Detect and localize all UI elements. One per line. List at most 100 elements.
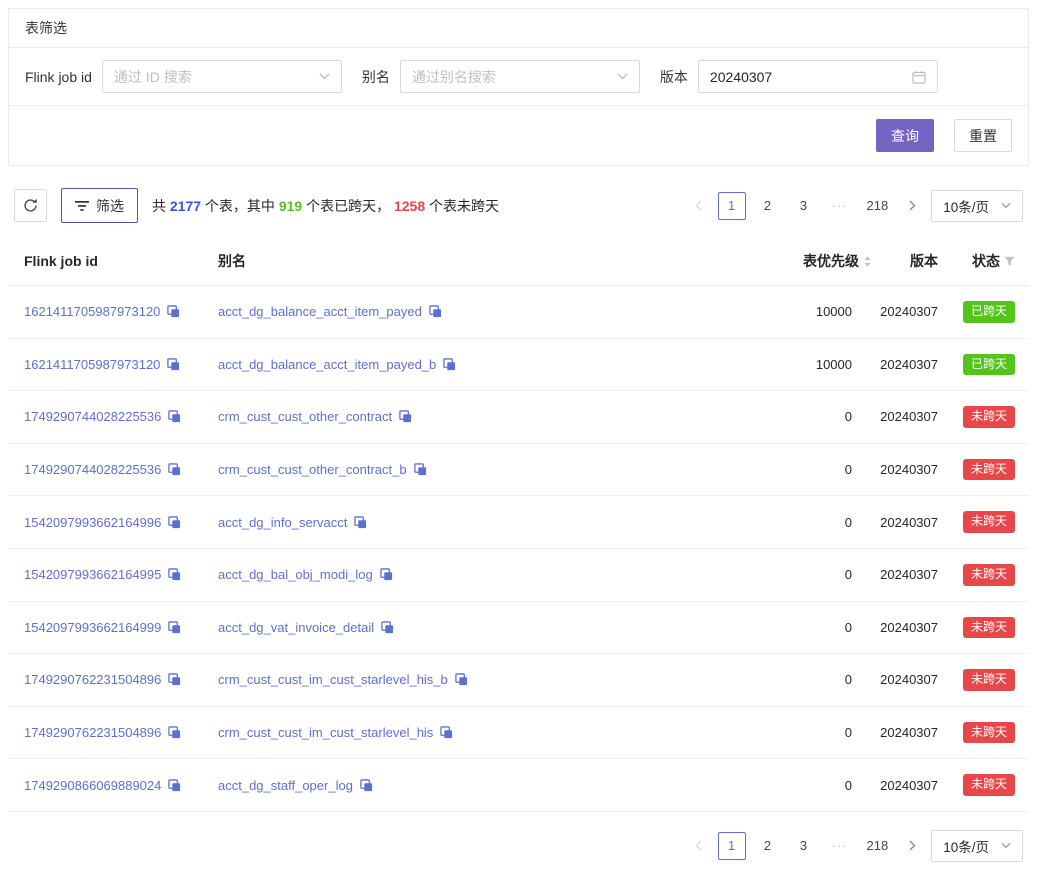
filter-lines-icon — [75, 200, 89, 212]
page: 表筛选 Flink job id 通过 ID 搜索 别名 通过别名搜索 — [0, 0, 1037, 882]
row-alias-link[interactable]: acct_dg_vat_invoice_detail — [218, 620, 374, 635]
copy-alias-button[interactable] — [380, 568, 393, 581]
toolbar: 筛选 共 2177 个表，其中 919 个表已跨天， 1258 个表未跨天 12… — [8, 188, 1029, 223]
row-alias-link[interactable]: acct_dg_balance_acct_item_payed — [218, 304, 422, 319]
sort-icon[interactable] — [863, 255, 872, 268]
flink-job-id-placeholder: 通过 ID 搜索 — [114, 67, 192, 87]
copy-id-button[interactable] — [168, 726, 181, 739]
copy-id-button[interactable] — [168, 779, 181, 792]
pagination-page-2[interactable]: 2 — [754, 832, 782, 860]
row-alias-link[interactable]: acct_dg_balance_acct_item_payed_b — [218, 357, 436, 372]
filter-funnel-icon[interactable] — [1004, 256, 1015, 267]
copy-alias-button[interactable] — [414, 463, 427, 476]
table-summary: 共 2177 个表，其中 919 个表已跨天， 1258 个表未跨天 — [152, 196, 499, 216]
pagination-prev-button[interactable] — [688, 832, 710, 860]
copy-id-button[interactable] — [168, 673, 181, 686]
alias-placeholder: 通过别名搜索 — [412, 67, 496, 87]
table-body: 1621411705987973120 acct_dg_balance_acct… — [8, 286, 1029, 812]
row-priority: 0 — [624, 391, 874, 444]
version-date-input[interactable] — [710, 69, 904, 85]
row-priority: 10000 — [624, 286, 874, 339]
pagination: 123···218 10条/页 — [688, 190, 1023, 222]
copy-alias-button[interactable] — [381, 621, 394, 634]
pagination-pages: 123···218 — [718, 832, 894, 860]
copy-alias-button[interactable] — [455, 673, 468, 686]
alias-select[interactable]: 通过别名搜索 — [400, 60, 640, 93]
copy-id-button[interactable] — [168, 621, 181, 634]
column-header-priority[interactable]: 表优先级 — [624, 237, 874, 286]
row-alias-link[interactable]: crm_cust_cust_other_contract — [218, 409, 392, 424]
chevron-down-icon — [1001, 842, 1011, 849]
pagination-page-218[interactable]: 218 — [862, 192, 894, 220]
row-id-link[interactable]: 1542097993662164996 — [24, 515, 161, 530]
flink-job-id-select[interactable]: 通过 ID 搜索 — [102, 60, 342, 93]
copy-id-button[interactable] — [168, 463, 181, 476]
pagination-prev-button[interactable] — [688, 192, 710, 220]
copy-id-button[interactable] — [168, 516, 181, 529]
row-alias-link[interactable]: acct_dg_info_servacct — [218, 515, 347, 530]
table-header-row: Flink job id 别名 表优先级 版本 — [8, 237, 1029, 286]
row-alias-link[interactable]: crm_cust_cust_other_contract_b — [218, 462, 407, 477]
row-id-link[interactable]: 1749290866069889024 — [24, 778, 161, 793]
status-badge: 未跨天 — [963, 669, 1015, 691]
copy-alias-button[interactable] — [429, 305, 442, 318]
copy-icon — [168, 410, 181, 423]
copy-id-button[interactable] — [168, 568, 181, 581]
row-version: 20240307 — [874, 601, 944, 654]
row-id-link[interactable]: 1621411705987973120 — [24, 357, 160, 372]
copy-alias-button[interactable] — [360, 779, 373, 792]
copy-id-button[interactable] — [167, 305, 180, 318]
pagination-page-3[interactable]: 3 — [790, 832, 818, 860]
table-row: 1749290744028225536 crm_cust_cust_other_… — [8, 443, 1029, 496]
query-button[interactable]: 查询 — [876, 119, 934, 152]
refresh-button[interactable] — [14, 189, 47, 222]
row-id-link[interactable]: 1542097993662164995 — [24, 567, 161, 582]
copy-alias-button[interactable] — [440, 726, 453, 739]
page-size-select[interactable]: 10条/页 — [931, 190, 1023, 222]
row-version: 20240307 — [874, 443, 944, 496]
pagination-next-button[interactable] — [901, 192, 923, 220]
pagination-page-2[interactable]: 2 — [754, 192, 782, 220]
copy-icon — [168, 673, 181, 686]
summary-crossed-count: 919 — [279, 198, 302, 214]
copy-icon — [168, 568, 181, 581]
row-id-link[interactable]: 1749290762231504896 — [24, 672, 161, 687]
pagination-page-1[interactable]: 1 — [718, 192, 746, 220]
pagination: 123···218 10条/页 — [688, 830, 1023, 862]
row-alias-link[interactable]: crm_cust_cust_im_cust_starlevel_his — [218, 725, 433, 740]
row-id-link[interactable]: 1749290744028225536 — [24, 409, 161, 424]
copy-icon — [168, 779, 181, 792]
copy-icon — [168, 516, 181, 529]
status-badge: 已跨天 — [963, 301, 1015, 323]
chevron-down-icon — [1001, 202, 1011, 209]
copy-id-button[interactable] — [168, 410, 181, 423]
row-alias-link[interactable]: crm_cust_cust_im_cust_starlevel_his_b — [218, 672, 448, 687]
row-alias-link[interactable]: acct_dg_staff_oper_log — [218, 778, 353, 793]
filter-toggle-button[interactable]: 筛选 — [61, 188, 138, 223]
page-size-select[interactable]: 10条/页 — [931, 830, 1023, 862]
copy-id-button[interactable] — [167, 358, 180, 371]
row-id-link[interactable]: 1542097993662164999 — [24, 620, 161, 635]
copy-alias-button[interactable] — [354, 516, 367, 529]
pagination-page-218[interactable]: 218 — [862, 832, 894, 860]
row-id-link[interactable]: 1621411705987973120 — [24, 304, 160, 319]
version-label: 版本 — [660, 67, 688, 87]
pagination-next-button[interactable] — [901, 832, 923, 860]
row-id-link[interactable]: 1749290762231504896 — [24, 725, 161, 740]
pagination-page-1[interactable]: 1 — [718, 832, 746, 860]
reset-button[interactable]: 重置 — [954, 119, 1012, 152]
column-header-version: 版本 — [874, 237, 944, 286]
pagination-pages: 123···218 — [718, 192, 894, 220]
pagination-page-3[interactable]: 3 — [790, 192, 818, 220]
copy-alias-button[interactable] — [399, 410, 412, 423]
chevron-down-icon — [617, 73, 628, 80]
copy-icon — [168, 621, 181, 634]
copy-alias-button[interactable] — [443, 358, 456, 371]
row-id-link[interactable]: 1749290744028225536 — [24, 462, 161, 477]
version-date-picker — [698, 60, 938, 93]
copy-icon — [429, 305, 442, 318]
row-alias-link[interactable]: acct_dg_bal_obj_modi_log — [218, 567, 373, 582]
page-size-label: 10条/页 — [943, 196, 989, 216]
copy-icon — [455, 673, 468, 686]
row-priority: 0 — [624, 443, 874, 496]
